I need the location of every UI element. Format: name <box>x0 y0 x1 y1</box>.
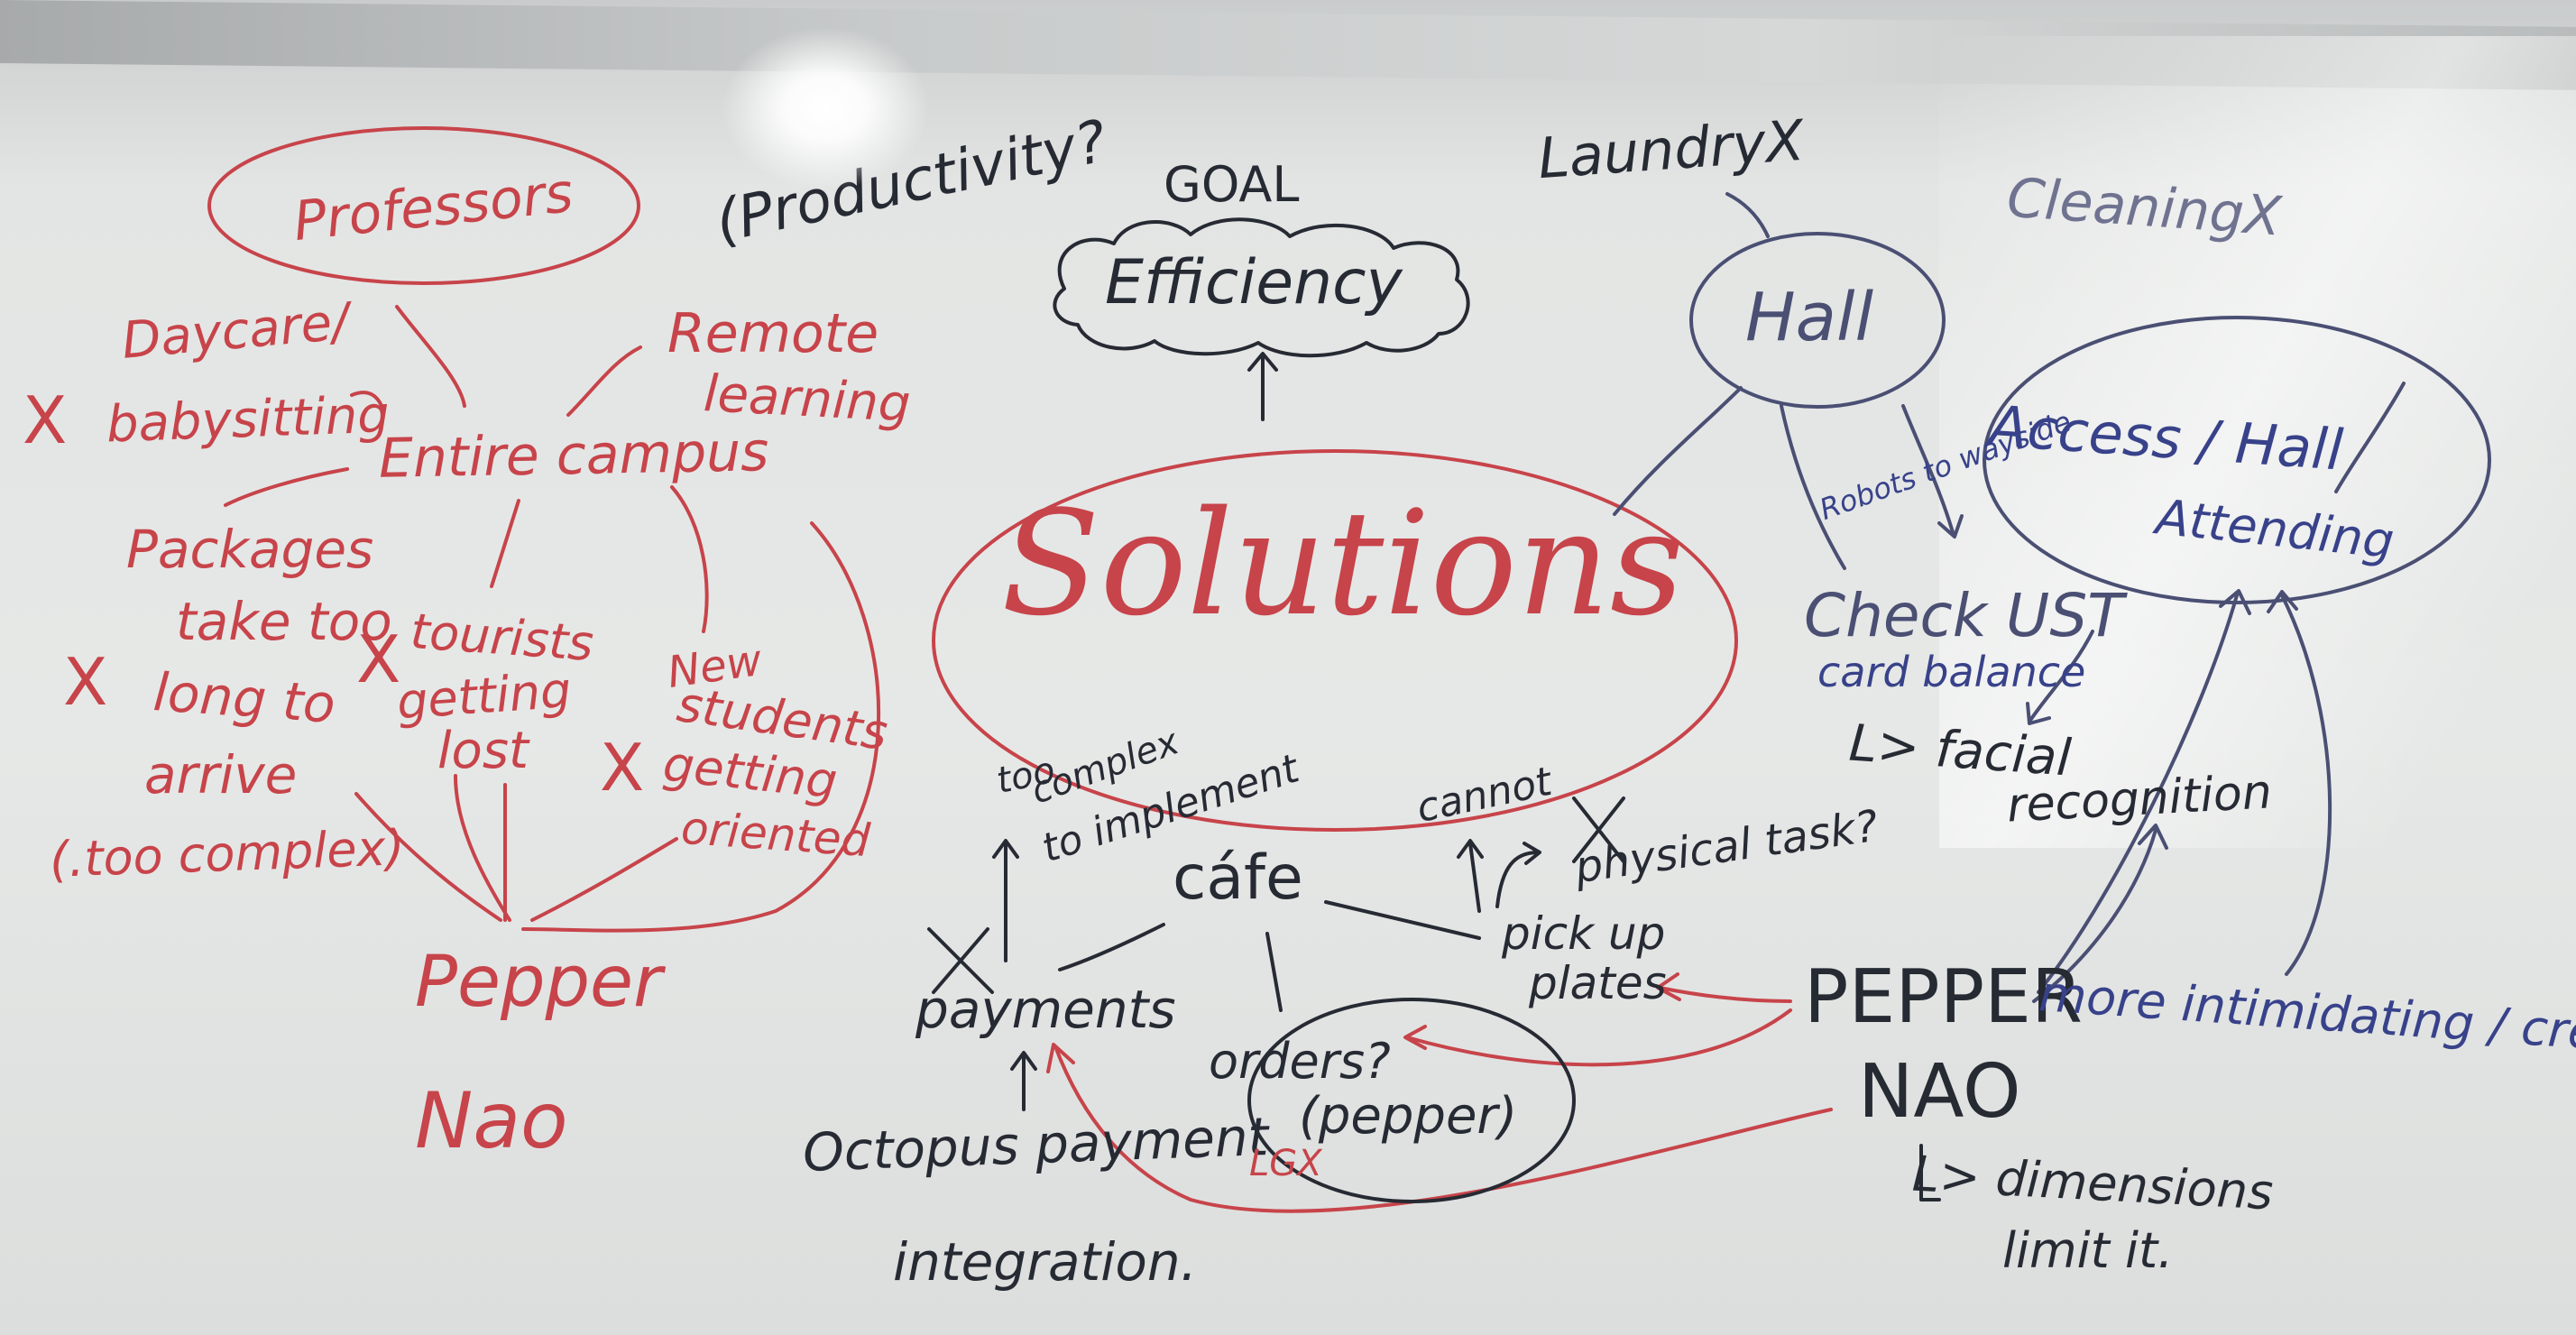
cafe-label: cáfe <box>1173 842 1303 914</box>
plates-label: plates <box>1529 957 1667 1009</box>
payments-to-complex-arrow <box>992 839 1019 962</box>
x-mark-tourists: X <box>356 621 401 697</box>
entire-campus-label: Entire campus <box>378 420 769 491</box>
nao-left-label: Nao <box>415 1076 568 1166</box>
cafe-to-payments <box>1058 923 1165 971</box>
access-divider <box>2334 382 2406 493</box>
recognition-label: recognition <box>2005 765 2274 833</box>
pepper-arrow-students <box>530 837 678 922</box>
tourists-connector <box>490 499 520 588</box>
cafe-to-plates <box>1324 900 1481 940</box>
card-balance-label: card balance <box>1817 648 2086 696</box>
lost-label: lost <box>437 722 529 780</box>
solutions-label: Solutions <box>1001 479 1685 648</box>
payments-label: payments <box>915 979 1176 1040</box>
orders-pepper-label: (pepper) <box>1299 1087 1518 1146</box>
pepper-to-orders-arrow <box>1403 1008 1792 1067</box>
solutions-to-goal-arrow <box>1247 352 1278 421</box>
getting-lost-label: getting <box>395 661 574 731</box>
creepy-to-access-arrow <box>2267 590 2332 976</box>
orders-label: orders? <box>1209 1033 1391 1090</box>
x-mark-packages: X <box>63 644 108 720</box>
efficiency-label: Efficiency <box>1105 247 1403 318</box>
hall-label: Hall <box>1745 279 1874 356</box>
packages-connector <box>224 467 349 507</box>
plates-to-physical-arrow <box>1495 842 1541 908</box>
tourists-label: tourists <box>409 602 596 673</box>
pick-up-label: pick up <box>1502 907 1666 960</box>
whiteboard-photo: Professors Daycare/ X babysitting Remote… <box>0 0 2576 1335</box>
pepper-arrow-lost <box>454 774 511 922</box>
x-mark-students: X <box>600 730 645 806</box>
x-mark-babysitting: X <box>23 382 68 458</box>
goal-label: GOAL <box>1164 156 1300 213</box>
octopus-payment-label: Octopus payment <box>801 1106 1270 1183</box>
too-complex-label: (.too complex) <box>49 819 406 888</box>
pepper-to-plates-arrow <box>1656 972 1792 1003</box>
plates-to-cannot-arrow <box>1457 839 1484 913</box>
students-connector <box>670 485 709 633</box>
long-to-label: long to <box>151 661 337 735</box>
integration-label: integration. <box>893 1231 1198 1293</box>
octopus-to-payments-arrow <box>1010 1051 1037 1111</box>
babysitting-label: babysitting <box>105 385 391 455</box>
oriented-label: oriented <box>679 801 872 868</box>
check-ust-label: Check UST <box>1804 581 2124 650</box>
limit-it-label: limit it. <box>2002 1222 2174 1279</box>
remote-label: Remote <box>667 302 879 365</box>
laundry-to-hall <box>1725 192 1770 238</box>
professors-connector <box>395 305 466 408</box>
arrive-label: arrive <box>144 744 298 806</box>
packages-label: Packages <box>126 519 374 580</box>
nao-right-label: NAO <box>1858 1049 2021 1135</box>
lg-label: LGX <box>1249 1143 1322 1184</box>
pepper-left-label: Pepper <box>415 942 663 1023</box>
remote-connector <box>566 345 642 417</box>
cafe-to-orders <box>1265 932 1283 1012</box>
facial-label: L> facial <box>1847 714 2074 788</box>
